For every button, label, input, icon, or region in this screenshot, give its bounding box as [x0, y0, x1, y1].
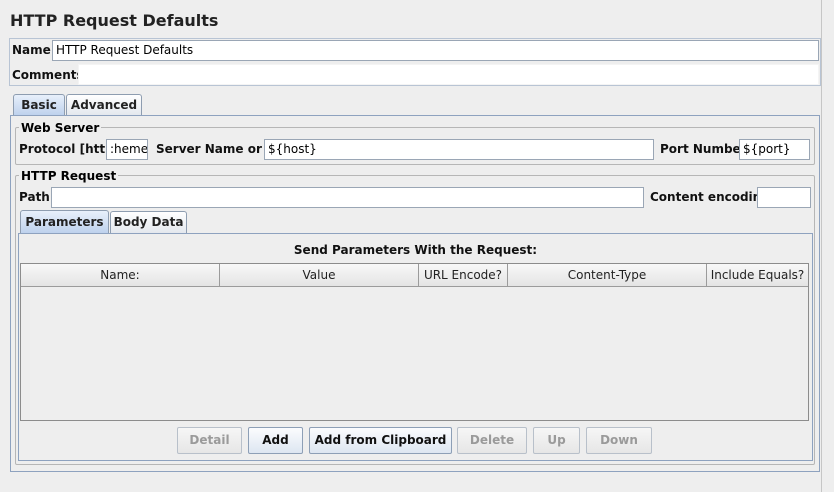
detail-button[interactable]: Detail [177, 427, 242, 454]
http-request-legend: HTTP Request [19, 169, 119, 183]
port-number-input[interactable]: ${port} [739, 139, 810, 160]
window-edge [821, 0, 822, 492]
comments-input[interactable] [78, 64, 819, 85]
down-button[interactable]: Down [586, 427, 652, 454]
server-name-input[interactable]: ${host} [264, 139, 654, 160]
column-header-name[interactable]: Name: [21, 264, 220, 287]
path-input[interactable] [51, 187, 644, 208]
name-input[interactable]: HTTP Request Defaults [52, 40, 819, 61]
add-from-clipboard-button[interactable]: Add from Clipboard [309, 427, 452, 454]
up-button[interactable]: Up [533, 427, 580, 454]
content-encoding-label: Content encoding: [650, 190, 775, 204]
column-header-value[interactable]: Value [220, 264, 419, 287]
params-caption: Send Parameters With the Request: [293, 243, 538, 257]
port-number-label: Port Number: [660, 142, 752, 156]
protocol-input[interactable]: :heme} [106, 139, 148, 160]
content-encoding-input[interactable] [757, 187, 811, 208]
column-header-include-equals[interactable]: Include Equals? [707, 264, 808, 287]
tab-body-data[interactable]: Body Data [110, 211, 187, 233]
page-title: HTTP Request Defaults [10, 11, 219, 30]
add-button[interactable]: Add [248, 427, 303, 454]
column-header-content-type[interactable]: Content-Type [508, 264, 707, 287]
delete-button[interactable]: Delete [457, 427, 527, 454]
tab-parameters[interactable]: Parameters [20, 210, 109, 234]
tab-advanced[interactable]: Advanced [66, 94, 142, 115]
column-header-url-encode[interactable]: URL Encode? [419, 264, 508, 287]
tab-basic[interactable]: Basic [13, 94, 65, 116]
name-label: Name: [12, 43, 56, 57]
path-label: Path: [19, 190, 55, 204]
web-server-legend: Web Server [19, 121, 102, 135]
comments-label: Comments: [12, 68, 89, 82]
